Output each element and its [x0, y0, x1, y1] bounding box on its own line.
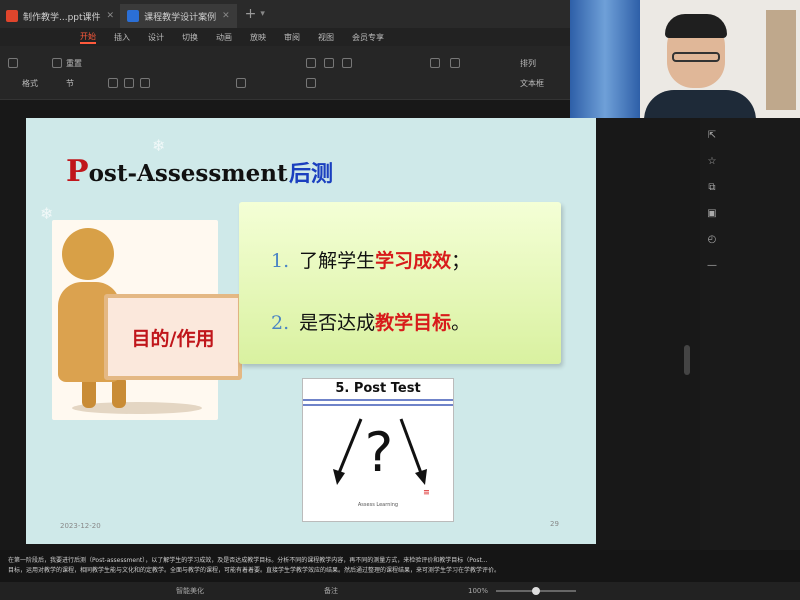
webcam-video — [570, 0, 800, 118]
align-right-icon[interactable] — [342, 58, 352, 68]
svg-text:≡: ≡ — [423, 488, 429, 498]
figure-head — [62, 228, 114, 280]
ribbon-tab-insert[interactable]: 插入 — [114, 32, 130, 43]
status-bar: 智能美化 备注 100% — [0, 582, 800, 600]
cursor-icon[interactable]: ⇱ — [705, 130, 719, 141]
layout-icon[interactable]: ▣ — [705, 208, 719, 219]
section-button[interactable]: 节 — [66, 78, 74, 89]
star-icon[interactable]: ☆ — [705, 156, 719, 167]
title-first-letter: P — [66, 154, 89, 189]
bullet-text: 了解学生 — [299, 250, 376, 272]
figure-illustration: 目的/作用 — [52, 220, 242, 420]
layout-icon[interactable] — [8, 58, 18, 68]
slide-title-chinese: 后测 — [289, 162, 334, 187]
figure-sign: 目的/作用 — [104, 294, 242, 380]
right-toolbar: ⇱ ☆ ⧉ ▣ ◴ — — [700, 118, 800, 550]
tab-label: 制作教学...ppt课件 — [23, 12, 101, 23]
history-icon[interactable]: ◴ — [705, 234, 719, 245]
format-button[interactable]: 格式 — [22, 78, 38, 89]
bullet-end: 。 — [451, 312, 471, 334]
ppt-file-icon — [6, 10, 18, 22]
slide-title: Post-Assessment — [66, 154, 288, 189]
smart-beautify-button[interactable]: 智能美化 — [176, 586, 204, 596]
bullet-number: 2. — [271, 312, 290, 334]
bold-icon[interactable] — [108, 78, 118, 88]
post-test-credit: Assess Learning — [357, 502, 399, 508]
ribbon-toolbar: 重置 格式 节 排列 文本框 — [0, 46, 570, 100]
notes-line: 目标，运用对教学的课程，相同教学生能与文化和的定教学。全面与教学的课程，可能有着… — [8, 567, 501, 574]
zoom-slider[interactable] — [496, 587, 577, 595]
divider — [303, 404, 453, 406]
slide[interactable]: ❄ ❄ ❄ Post-Assessment 后测 目的/作用 1. 了解学生学习成… — [26, 118, 596, 544]
slide-date: 2023-12-20 — [60, 522, 101, 530]
tab-label: 课程教学设计案例 — [144, 12, 217, 23]
list-icon[interactable] — [306, 78, 316, 88]
doc-file-icon — [127, 10, 140, 22]
textbox-button[interactable]: 文本框 — [520, 78, 544, 89]
notes-line: 在第一阶段后，我要进行后测（Post-assessment），以了解学生的学习成… — [8, 557, 488, 564]
svg-text:?: ? — [365, 421, 394, 484]
curtain — [570, 0, 640, 118]
bullet-point-2: 2. 是否达成教学目标。 — [271, 308, 470, 335]
ribbon-tabs: 开始 插入 设计 切换 动画 放映 审阅 视图 会员专享 — [0, 28, 570, 46]
ribbon-tab-home[interactable]: 开始 — [80, 31, 96, 44]
bullet-highlight: 学习成效 — [375, 250, 452, 272]
shape-icon[interactable] — [430, 58, 440, 68]
new-tab-icon[interactable]: + — [245, 6, 257, 22]
slide-number: 29 — [550, 520, 559, 528]
speaker-notes[interactable]: 在第一阶段后，我要进行后测（Post-assessment），以了解学生的学习成… — [0, 550, 800, 582]
bullet-highlight: 教学目标 — [375, 312, 452, 334]
tab-bar: 制作教学...ppt课件 ✕ 课程教学设计案例 ✕ + ▾ — [0, 0, 570, 28]
font-color-icon[interactable] — [236, 78, 246, 88]
picture-icon[interactable] — [450, 58, 460, 68]
ribbon-tab-review[interactable]: 审阅 — [284, 32, 300, 43]
close-icon[interactable]: ✕ — [222, 11, 230, 21]
notes-toggle-button[interactable]: 备注 — [324, 586, 338, 596]
reset-icon[interactable] — [52, 58, 62, 68]
zoom-level: 100% — [468, 587, 489, 595]
title-rest: ost-Assessment — [88, 160, 288, 187]
tab-document-2[interactable]: 课程教学设计案例 ✕ — [121, 4, 237, 28]
arrange-button[interactable]: 排列 — [520, 58, 536, 69]
ribbon-tab-view[interactable]: 视图 — [318, 32, 334, 43]
snowflake-icon: ❄ — [152, 136, 166, 155]
ribbon-tab-member[interactable]: 会员专享 — [352, 32, 384, 43]
bullet-point-1: 1. 了解学生学习成效； — [271, 246, 470, 273]
ribbon-tab-slideshow[interactable]: 放映 — [250, 32, 266, 43]
divider — [303, 399, 453, 401]
presenter-hair — [665, 14, 727, 38]
zoom-slider-knob[interactable] — [532, 587, 541, 595]
post-test-title: 5. Post Test — [335, 381, 421, 396]
reset-button[interactable]: 重置 — [66, 58, 82, 69]
ribbon-tab-design[interactable]: 设计 — [148, 32, 164, 43]
shelf — [766, 10, 796, 110]
underline-icon[interactable] — [140, 78, 150, 88]
close-icon[interactable]: ✕ — [107, 11, 115, 21]
copy-icon[interactable]: ⧉ — [705, 182, 719, 193]
more-icon[interactable]: — — [705, 260, 719, 271]
align-left-icon[interactable] — [306, 58, 316, 68]
ribbon-tab-animation[interactable]: 动画 — [216, 32, 232, 43]
italic-icon[interactable] — [124, 78, 134, 88]
bullet-end: ； — [451, 250, 471, 272]
bullet-text: 是否达成 — [299, 312, 376, 334]
scrollbar[interactable] — [684, 345, 690, 375]
presenter-glasses — [672, 52, 720, 62]
align-center-icon[interactable] — [324, 58, 334, 68]
content-box: 1. 了解学生学习成效； 2. 是否达成教学目标。 — [239, 202, 561, 364]
ribbon-tab-transition[interactable]: 切换 — [182, 32, 198, 43]
chevron-down-icon[interactable]: ▾ — [260, 9, 265, 19]
tab-document-1[interactable]: 制作教学...ppt课件 ✕ — [0, 4, 122, 28]
presenter-body — [644, 90, 756, 118]
bullet-number: 1. — [271, 250, 290, 272]
post-test-image: 5. Post Test ? ≡ Assess Learning — [302, 378, 454, 522]
question-arrows-icon: ? ≡ — [333, 418, 429, 498]
